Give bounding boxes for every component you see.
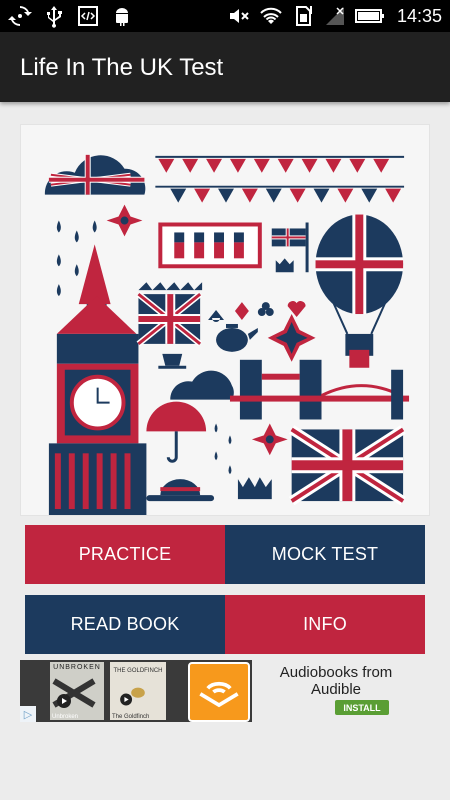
sync-icon <box>8 6 32 26</box>
bird-icon <box>120 687 145 706</box>
ad-book-caption: The Goldfinch <box>112 714 150 720</box>
status-time: 14:35 <box>396 5 442 26</box>
ad-book-caption: Unbroken <box>52 714 79 720</box>
uk-illustration <box>20 124 430 516</box>
read-book-button[interactable]: READ BOOK <box>25 595 225 654</box>
play-icon <box>52 678 96 708</box>
usb-icon <box>47 6 62 28</box>
status-bar: 14:35 <box>0 0 450 32</box>
info-button[interactable]: INFO <box>225 595 425 654</box>
ad-book-covers: UNBROKEN Unbroken THE GOLDFINCH The Gold… <box>20 660 252 722</box>
uk-icons-illustration <box>21 125 429 515</box>
mute-icon <box>229 9 249 23</box>
android-icon <box>116 8 128 26</box>
page-title: Life In The UK Test <box>20 54 224 81</box>
mock-test-button[interactable]: MOCK TEST <box>225 525 425 584</box>
ad-book-cover-unbroken: UNBROKEN Unbroken <box>50 662 104 720</box>
ad-book-cover-goldfinch: THE GOLDFINCH The Goldfinch <box>110 662 166 720</box>
ad-book-cover-title: UNBROKEN <box>53 664 101 671</box>
ad-title[interactable]: Audiobooks from Audible <box>266 664 406 698</box>
audible-icon <box>199 681 239 708</box>
adchoices-icon[interactable]: ▷ <box>20 706 36 722</box>
sim-icon <box>295 6 312 26</box>
battery-icon <box>354 9 384 23</box>
code-icon <box>78 6 98 26</box>
practice-button[interactable]: PRACTICE <box>25 525 225 584</box>
audible-logo <box>188 662 250 722</box>
signal-icon <box>325 7 344 25</box>
union-flag-icon <box>288 425 406 506</box>
app-bar: Life In The UK Test <box>0 32 450 102</box>
install-button[interactable]: INSTALL <box>335 700 389 715</box>
wifi-icon <box>260 7 282 24</box>
guards-stamp-icon <box>158 222 262 269</box>
ad-banner[interactable]: UNBROKEN Unbroken THE GOLDFINCH The Gold… <box>20 658 450 722</box>
